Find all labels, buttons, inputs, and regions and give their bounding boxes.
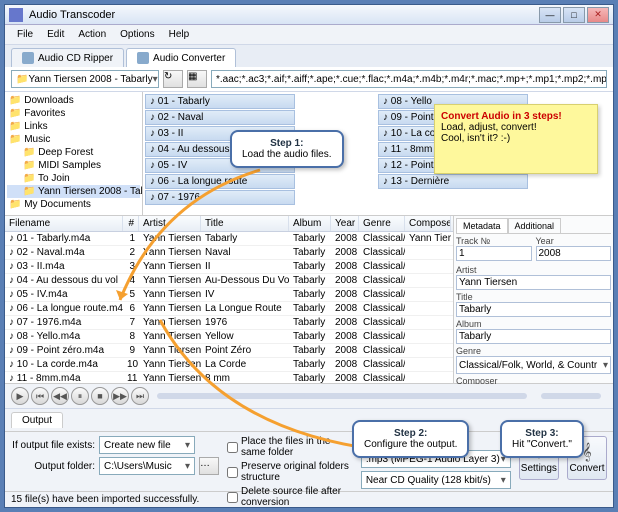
menu-edit[interactable]: Edit xyxy=(41,27,70,42)
filter-combo[interactable]: *.aac;*.ac3;*.aif;*.aiff;*.ape;*.cue;*.f… xyxy=(211,70,607,88)
maximize-button[interactable]: □ xyxy=(563,7,585,23)
refresh-button[interactable]: ↻ xyxy=(163,70,183,88)
browse-folder-button[interactable]: … xyxy=(199,457,219,475)
table-row[interactable]: ♪ 11 - 8mm.m4a11Yann Tiersen8 mmTabarly2… xyxy=(5,372,453,383)
table-row[interactable]: ♪ 02 - Naval.m4a2Yann TiersenNavalTabarl… xyxy=(5,246,453,260)
file-item[interactable]: ♪ 07 - 1976 xyxy=(145,190,295,205)
mode-tabs: Audio CD Ripper Audio Converter xyxy=(5,45,613,67)
close-button[interactable]: ✕ xyxy=(587,7,609,23)
grid-header: Filename # Artist Title Album Year Genre… xyxy=(5,216,453,232)
fwd-button[interactable]: ▶▶ xyxy=(111,387,129,405)
rewind-button[interactable]: ◀◀ xyxy=(51,387,69,405)
menu-action[interactable]: Action xyxy=(72,27,112,42)
stop-button[interactable]: ■ xyxy=(91,387,109,405)
pause-button[interactable]: ⏸ xyxy=(71,387,89,405)
output-tab[interactable]: Output xyxy=(11,412,63,428)
folder-combo[interactable]: C:\Users\Music▾ xyxy=(99,457,195,475)
tree-item[interactable]: 📁 MIDI Samples xyxy=(7,159,140,172)
callout-step1: Step 1:Load the audio files. xyxy=(230,130,344,168)
table-row[interactable]: ♪ 08 - Yello.m4a8Yann TiersenYellowTabar… xyxy=(5,330,453,344)
play-button[interactable]: ▶ xyxy=(11,387,29,405)
tree-item[interactable]: 📁 My Documents xyxy=(7,198,140,211)
cd-icon xyxy=(22,52,34,64)
tree-item[interactable]: 📁 Links xyxy=(7,120,140,133)
file-item[interactable]: ♪ 01 - Tabarly xyxy=(145,94,295,109)
tab-ripper[interactable]: Audio CD Ripper xyxy=(11,48,124,67)
path-combo[interactable]: 📁 Yann Tiersen 2008 - Tabarly▾ xyxy=(11,70,159,88)
metadata-tab[interactable]: Metadata xyxy=(456,218,508,233)
next-button[interactable]: ⏭ xyxy=(131,387,149,405)
tree-item[interactable]: 📁 Yann Tiersen 2008 - Tabarly xyxy=(7,185,140,198)
quality-combo[interactable]: Near CD Quality (128 kbit/s)▾ xyxy=(361,471,511,489)
callout-step2: Step 2:Configure the output. xyxy=(352,420,469,458)
table-row[interactable]: ♪ 03 - II.m4a3Yann TiersenIITabarly2008C… xyxy=(5,260,453,274)
menu-options[interactable]: Options xyxy=(114,27,160,42)
menu-help[interactable]: Help xyxy=(163,27,196,42)
table-row[interactable]: ♪ 06 - La longue route.m4a6Yann TiersenL… xyxy=(5,302,453,316)
convert-icon xyxy=(137,52,149,64)
prev-button[interactable]: ⏮ xyxy=(31,387,49,405)
titlebar: Audio Transcoder — □ ✕ xyxy=(5,5,613,25)
app-icon xyxy=(9,8,23,22)
callout-step3: Step 3:Hit "Convert." xyxy=(500,420,584,458)
volume-slider[interactable] xyxy=(541,393,601,399)
same-folder-checkbox[interactable] xyxy=(227,442,238,453)
metadata-panel: Metadata Additional Track № Year Artist … xyxy=(453,216,613,383)
table-row[interactable]: ♪ 01 - Tabarly.m4a1Yann TiersenTabarlyTa… xyxy=(5,232,453,246)
view-button[interactable]: ▦ xyxy=(187,70,207,88)
window-title: Audio Transcoder xyxy=(29,9,539,21)
file-item[interactable]: ♪ 02 - Naval xyxy=(145,110,295,125)
file-item[interactable]: ♪ 06 - La longue route xyxy=(145,174,295,189)
track-grid[interactable]: Filename # Artist Title Album Year Genre… xyxy=(5,216,453,383)
tree-item[interactable]: 📁 Deep Forest xyxy=(7,146,140,159)
tab-converter[interactable]: Audio Converter xyxy=(126,48,236,67)
table-row[interactable]: ♪ 07 - 1976.m4a7Yann Tiersen1976Tabarly2… xyxy=(5,316,453,330)
table-row[interactable]: ♪ 10 - La corde.m4a10Yann TiersenLa Cord… xyxy=(5,358,453,372)
additional-tab[interactable]: Additional xyxy=(508,218,562,233)
seek-slider[interactable] xyxy=(157,393,527,399)
table-row[interactable]: ♪ 05 - IV.m4a5Yann TiersenIVTabarly2008C… xyxy=(5,288,453,302)
folder-tree[interactable]: 📁 Downloads📁 Favorites📁 Links📁 Music📁 De… xyxy=(5,92,143,215)
album-field[interactable] xyxy=(456,329,611,344)
preserve-folders-checkbox[interactable] xyxy=(227,467,238,478)
year-field[interactable] xyxy=(536,246,612,261)
file-item[interactable]: ♪ 13 - Dernière xyxy=(378,174,528,189)
genre-combo[interactable]: Classical/Folk, World, & Countr▾ xyxy=(456,356,611,374)
player-bar: ▶ ⏮ ◀◀ ⏸ ■ ▶▶ ⏭ xyxy=(5,384,613,409)
tree-item[interactable]: 📁 Music xyxy=(7,133,140,146)
minimize-button[interactable]: — xyxy=(539,7,561,23)
tree-item[interactable]: 📁 Downloads xyxy=(7,94,140,107)
exist-combo[interactable]: Create new file▾ xyxy=(99,436,195,454)
tree-item[interactable]: 📁 Favorites xyxy=(7,107,140,120)
toolbar: 📁 Yann Tiersen 2008 - Tabarly▾ ↻ ▦ *.aac… xyxy=(5,67,613,92)
table-row[interactable]: ♪ 09 - Point zéro.m4a9Yann TiersenPoint … xyxy=(5,344,453,358)
sticky-note: Convert Audio in 3 steps! Load, adjust, … xyxy=(434,104,598,174)
title-field[interactable] xyxy=(456,302,611,317)
delete-source-checkbox[interactable] xyxy=(227,492,238,503)
menubar: File Edit Action Options Help xyxy=(5,25,613,45)
artist-field[interactable] xyxy=(456,275,611,290)
tree-item[interactable]: 📁 To Join xyxy=(7,172,140,185)
menu-file[interactable]: File xyxy=(11,27,39,42)
trackno-field[interactable] xyxy=(456,246,532,261)
table-row[interactable]: ♪ 04 - Au dessous du vol4Yann TiersenAu-… xyxy=(5,274,453,288)
